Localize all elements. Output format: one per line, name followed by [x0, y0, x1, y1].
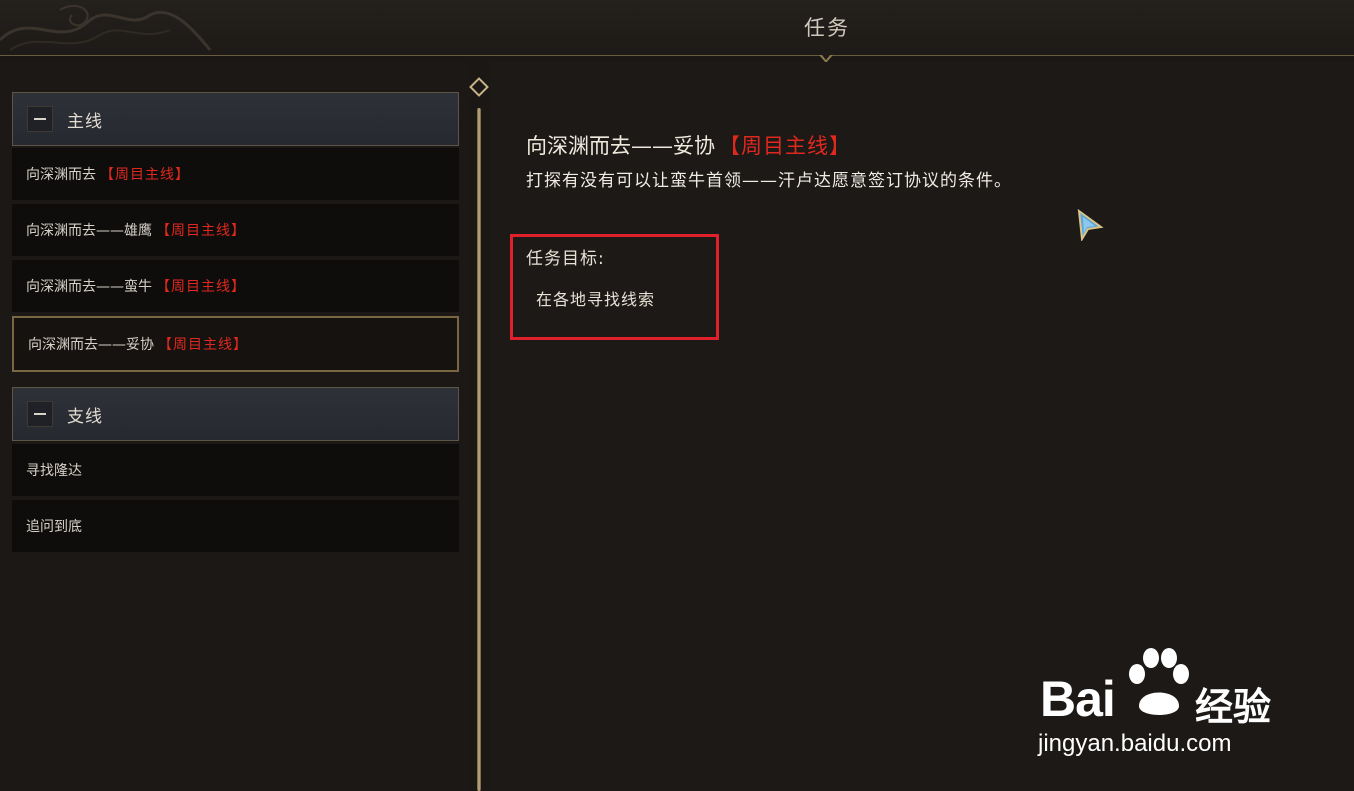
group-header-main[interactable]: 主线 — [12, 92, 459, 146]
quest-title-text: 向深渊而去——妥协 — [526, 134, 715, 158]
quest-item[interactable]: 向深渊而去——雄鹰 【周目主线】 — [12, 204, 459, 256]
page-title: 任务 — [804, 16, 850, 40]
quest-name: 向深渊而去——妥协 — [28, 337, 154, 353]
quest-title-tag: 【周目主线】 — [719, 134, 851, 158]
watermark-brand: Baidu — [1040, 671, 1116, 727]
quest-item[interactable]: 追问到底 — [12, 500, 459, 552]
collapse-minus-icon[interactable] — [27, 401, 53, 427]
quest-title: 向深渊而去——妥协 【周目主线】 — [526, 130, 851, 160]
quest-tag: 【周目主线】 — [156, 223, 246, 239]
scrollbar[interactable] — [469, 77, 489, 791]
scroll-track-line[interactable] — [477, 108, 481, 791]
objective-label: 任务目标: — [526, 249, 605, 269]
watermark-product: 经验 — [1195, 685, 1272, 729]
quest-name: 向深渊而去——蛮牛 — [26, 279, 152, 295]
quest-name: 向深渊而去 — [26, 167, 96, 183]
quest-item[interactable]: 寻找隆达 — [12, 444, 459, 496]
quest-tag: 【周目主线】 — [100, 167, 190, 183]
quest-tag: 【周目主线】 — [158, 337, 248, 353]
baidu-jingyan-watermark: Baidu 经验 jingyan.baidu.com — [1035, 640, 1285, 765]
group-label-main: 主线 — [67, 111, 103, 132]
quest-name: 追问到底 — [26, 519, 82, 535]
objective-item: 在各地寻找线索 — [536, 290, 656, 309]
quest-name: 向深渊而去——雄鹰 — [26, 223, 152, 239]
quest-tag: 【周目主线】 — [156, 279, 246, 295]
scroll-diamond-icon — [469, 77, 489, 97]
cursor-arrow-icon — [1077, 209, 1104, 241]
header-bar: 任务 — [0, 0, 1354, 63]
quest-name: 寻找隆达 — [26, 463, 82, 479]
group-label-side: 支线 — [67, 406, 103, 427]
group-header-side[interactable]: 支线 — [12, 387, 459, 441]
quest-description: 打探有没有可以让蛮牛首领——汗卢达愿意签订协议的条件。 — [526, 171, 1012, 191]
watermark-url: jingyan.baidu.com — [1038, 730, 1232, 757]
quest-item-selected[interactable]: 向深渊而去——妥协 【周目主线】 — [12, 316, 459, 372]
collapse-minus-icon[interactable] — [27, 106, 53, 132]
quest-item[interactable]: 向深渊而去——蛮牛 【周目主线】 — [12, 260, 459, 312]
quest-item[interactable]: 向深渊而去 【周目主线】 — [12, 148, 459, 200]
quest-list-panel: 主线 向深渊而去 【周目主线】 向深渊而去——雄鹰 【周目主线】 向深渊而去——… — [0, 62, 470, 791]
